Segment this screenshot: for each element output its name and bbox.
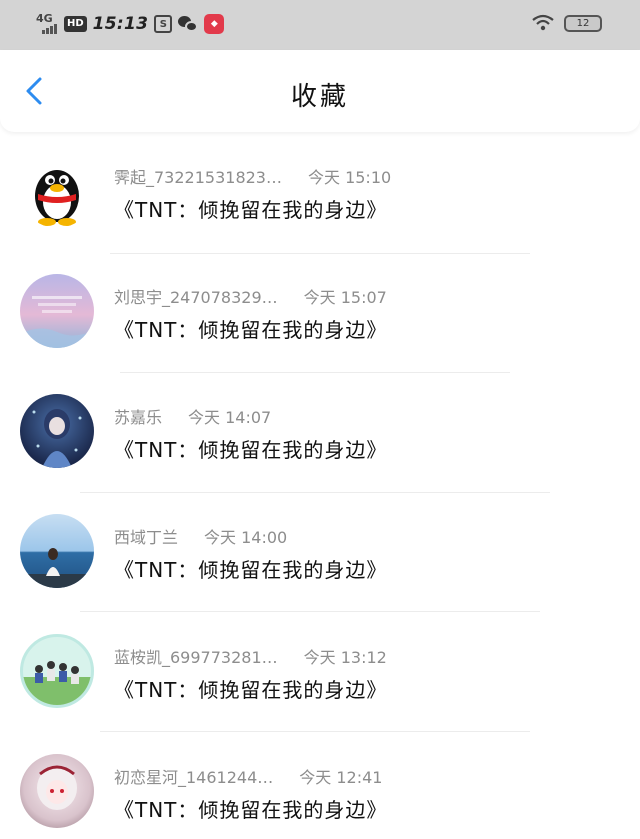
qq-penguin-avatar: [20, 154, 94, 228]
status-bar: 4G HD 15:13 S ◆ 12: [0, 0, 640, 50]
sender-name: 西域丁兰: [114, 528, 179, 547]
list-item[interactable]: 初恋星河_1461244… 今天 12:41 《TNT：倾挽留在我的身边》: [0, 740, 640, 839]
pink-sky-avatar: [20, 274, 94, 348]
wifi-icon: [532, 14, 554, 31]
item-meta: 霁起_73221531823… 今天 15:10: [114, 164, 391, 188]
divider: [80, 611, 540, 612]
status-right: 12: [532, 14, 602, 32]
timestamp: 今天 13:12: [303, 648, 387, 667]
message-text: 《TNT：倾挽留在我的身边》: [114, 318, 388, 342]
sender-name: 霁起_73221531823…: [114, 168, 282, 187]
sender-name: 蓝桉凯_699773281…: [114, 648, 278, 667]
message-text: 《TNT：倾挽留在我的身边》: [114, 798, 388, 822]
status-left: 4G HD 15:13 S ◆: [36, 10, 225, 38]
message-text: 《TNT：倾挽留在我的身边》: [114, 678, 388, 702]
item-meta: 初恋星河_1461244… 今天 12:41: [114, 764, 382, 788]
message-text: 《TNT：倾挽留在我的身边》: [114, 558, 388, 582]
list-item[interactable]: 苏嘉乐 今天 14:07 《TNT：倾挽留在我的身边》: [0, 380, 640, 500]
item-meta: 西域丁兰 今天 14:00: [114, 524, 287, 548]
timestamp: 今天 14:00: [204, 528, 288, 547]
message-text: 《TNT：倾挽留在我的身边》: [114, 198, 388, 222]
page-title: 收藏: [290, 82, 349, 112]
timestamp: 今天 14:07: [188, 408, 272, 427]
sender-name: 刘思宇_247078329…: [114, 288, 278, 307]
list-item[interactable]: 霁起_73221531823… 今天 15:10 《TNT：倾挽留在我的身边》: [0, 140, 640, 260]
message-text: 《TNT：倾挽留在我的身边》: [114, 438, 388, 462]
group-photo-avatar: [20, 634, 94, 708]
hd-icon: HD: [64, 16, 87, 32]
list-item[interactable]: 刘思宇_247078329… 今天 15:07 《TNT：倾挽留在我的身边》: [0, 260, 640, 380]
item-meta: 苏嘉乐 今天 14:07: [114, 404, 271, 428]
battery-icon: 12: [564, 14, 602, 32]
divider: [100, 731, 530, 732]
divider: [80, 492, 550, 493]
list-item[interactable]: 蓝桉凯_699773281… 今天 13:12 《TNT：倾挽留在我的身边》: [0, 620, 640, 740]
sender-name: 初恋星河_1461244…: [114, 768, 274, 787]
timestamp: 今天 12:41: [299, 768, 383, 787]
list-item[interactable]: 西域丁兰 今天 14:00 《TNT：倾挽留在我的身边》: [0, 500, 640, 620]
timestamp: 今天 15:07: [303, 288, 387, 307]
seaside-girl-avatar: [20, 514, 94, 588]
battery-level: 12: [576, 17, 590, 29]
nav-bar: 收藏: [0, 50, 640, 132]
signal-icon: 4G: [36, 12, 58, 36]
divider: [120, 372, 510, 373]
anime-girl-avatar: [20, 394, 94, 468]
timestamp: 今天 15:10: [307, 168, 392, 187]
divider: [110, 253, 530, 254]
item-meta: 刘思宇_247078329… 今天 15:07: [114, 284, 387, 308]
white-hair-anime-avatar: [20, 754, 94, 828]
wechat-icon: [178, 15, 199, 33]
clock: 15:13: [92, 14, 149, 34]
item-meta: 蓝桉凯_699773281… 今天 13:12: [114, 644, 387, 668]
sender-name: 苏嘉乐: [114, 408, 163, 427]
s-app-icon: S: [154, 15, 173, 33]
red-app-icon: ◆: [204, 14, 225, 34]
